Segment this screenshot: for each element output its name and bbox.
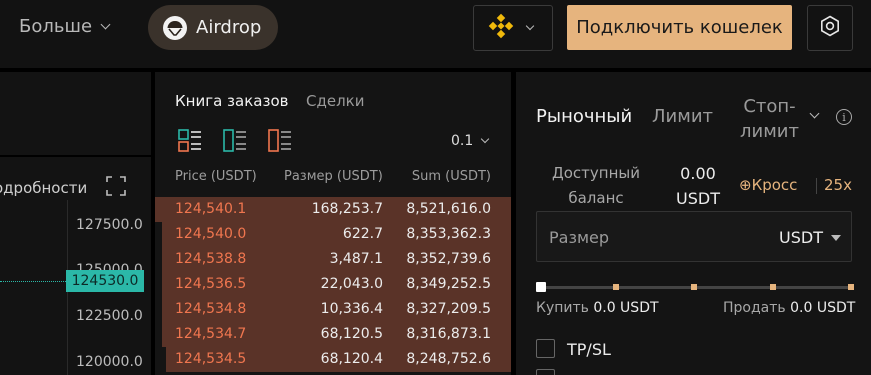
- divider: [816, 178, 817, 194]
- cell-size: 68,120.5: [320, 326, 383, 342]
- cell-sum: 8,521,616.0: [406, 201, 491, 217]
- connect-wallet-button[interactable]: Подключить кошелек: [567, 5, 792, 50]
- buy-label: Купить: [536, 300, 589, 316]
- details-tab[interactable]: одробности: [0, 179, 87, 197]
- view-asks-icon[interactable]: [268, 129, 292, 153]
- cell-sum: 8,353,362.3: [406, 226, 491, 242]
- buy-max: Купить 0.0 USDT: [536, 300, 659, 316]
- sell-label: Продать: [723, 300, 786, 316]
- slider-mark[interactable]: [691, 284, 697, 290]
- cell-sum: 8,248,752.6: [406, 351, 491, 367]
- cell-size: 168,253.7: [311, 201, 383, 217]
- balance-value-1: 0.00: [680, 164, 716, 183]
- tab-trades[interactable]: Сделки: [306, 92, 364, 110]
- more-menu[interactable]: Больше: [19, 16, 111, 37]
- slider-mark[interactable]: [770, 284, 776, 290]
- sell-max: Продать 0.0 USDT: [723, 300, 855, 316]
- option-checkbox[interactable]: [536, 369, 555, 375]
- cell-size: 622.7: [342, 226, 383, 242]
- col-price: Price (USDT): [175, 169, 257, 184]
- balance-label-1: Доступный: [552, 164, 640, 182]
- table-row[interactable]: 124,538.8 3,487.1 8,352,739.6: [155, 247, 511, 272]
- cell-size: 3,487.1: [329, 251, 383, 267]
- airdrop-button[interactable]: Airdrop: [148, 5, 278, 50]
- chevron-down-icon[interactable]: [809, 108, 820, 119]
- last-price-line: [0, 281, 66, 282]
- table-row[interactable]: 124,534.5 68,120.4 8,248,752.6: [155, 347, 511, 372]
- cell-price: 124,540.1: [175, 201, 247, 217]
- airdrop-label: Airdrop: [196, 17, 262, 38]
- col-size: Размер (USDT): [284, 169, 383, 184]
- balance-value-2: USDT: [676, 189, 720, 208]
- cell-size: 10,336.4: [320, 301, 383, 317]
- bnb-chain-icon: [488, 13, 514, 43]
- cell-sum: 8,327,209.5: [406, 301, 491, 317]
- cell-price: 124,534.8: [175, 301, 247, 317]
- y-tick: 127500.0: [76, 217, 143, 233]
- y-tick: 122500.0: [76, 308, 143, 324]
- cell-sum: 8,316,873.1: [406, 326, 491, 342]
- caret-down-icon[interactable]: [831, 235, 841, 241]
- size-label: Размер: [549, 228, 610, 247]
- tab-order-book[interactable]: Книга заказов: [175, 92, 288, 110]
- ask-rows: 124,540.1 168,253.7 8,521,616.0 124,540.0 62…: [155, 197, 511, 372]
- sell-value: 0.0 USDT: [790, 300, 856, 316]
- slider-handle[interactable]: [536, 282, 546, 292]
- chevron-down-icon: [100, 19, 111, 29]
- margin-mode-button[interactable]: ⊕Кросс: [739, 176, 797, 194]
- last-price-tag: 124530.0: [66, 270, 144, 292]
- size-unit-select[interactable]: USDT: [779, 228, 823, 247]
- table-row[interactable]: 124,536.5 22,043.0 8,349,252.5: [155, 272, 511, 297]
- precision-value: 0.1: [451, 133, 474, 149]
- tpsl-checkbox[interactable]: [536, 339, 555, 358]
- chevron-down-icon: [525, 21, 535, 31]
- slider-mark[interactable]: [848, 284, 854, 290]
- precision-select[interactable]: 0.1: [451, 133, 490, 149]
- balance-value: 0.00 USDT: [676, 161, 720, 211]
- cell-price: 124,540.0: [175, 226, 247, 242]
- more-label: Больше: [19, 16, 93, 37]
- table-row[interactable]: 124,534.7 68,120.5 8,316,873.1: [155, 322, 511, 347]
- order-book: Книга заказов Сделки 0.1 Price (USDT) Ра…: [155, 72, 511, 375]
- cell-price: 124,534.5: [175, 351, 247, 367]
- view-bids-icon[interactable]: [223, 129, 247, 153]
- table-row[interactable]: 124,534.8 10,336.4 8,327,209.5: [155, 297, 511, 322]
- tab-stop-limit[interactable]: Стоп- лимит: [740, 94, 799, 144]
- tab-limit[interactable]: Лимит: [652, 106, 713, 127]
- y-tick: 120000.0: [76, 354, 143, 370]
- cell-sum: 8,352,739.6: [406, 251, 491, 267]
- tpsl-label: TP/SL: [567, 340, 611, 359]
- info-icon[interactable]: i: [836, 109, 852, 125]
- fullscreen-icon[interactable]: [106, 176, 126, 200]
- cell-price: 124,536.5: [175, 276, 247, 292]
- trade-panel: Рыночный Лимит Стоп- лимит i Доступный б…: [516, 72, 871, 375]
- stop-limit-line-1: Стоп-: [743, 96, 796, 117]
- balance-label-2: баланс: [568, 189, 624, 207]
- gear-icon: [819, 15, 841, 41]
- cell-size: 68,120.4: [320, 351, 383, 367]
- balance-label: Доступный баланс: [552, 161, 640, 211]
- tab-market[interactable]: Рыночный: [536, 106, 632, 127]
- col-sum: Sum (USDT): [411, 169, 491, 184]
- leverage-button[interactable]: 25x: [824, 176, 852, 194]
- chart-panel: одробности 127500.0 125000.0 122500.0 12…: [0, 72, 151, 375]
- cell-price: 124,538.8: [175, 251, 247, 267]
- network-selector[interactable]: [473, 5, 553, 51]
- buy-value: 0.0 USDT: [593, 300, 659, 316]
- stop-limit-line-2: лимит: [740, 121, 799, 142]
- airdrop-icon: [163, 15, 187, 40]
- cell-size: 22,043.0: [320, 276, 383, 292]
- chevron-down-icon: [481, 134, 490, 144]
- cell-price: 124,534.7: [175, 326, 247, 342]
- view-both-icon[interactable]: [178, 129, 202, 153]
- slider-mark[interactable]: [613, 284, 619, 290]
- top-bar: Больше Airdrop Подключить кошелек: [0, 0, 871, 68]
- table-row[interactable]: 124,540.1 168,253.7 8,521,616.0: [155, 197, 511, 222]
- settings-button[interactable]: [807, 5, 853, 51]
- size-input[interactable]: Размер USDT: [536, 211, 852, 262]
- cell-sum: 8,349,252.5: [406, 276, 491, 292]
- table-row[interactable]: 124,540.0 622.7 8,353,362.3: [155, 222, 511, 247]
